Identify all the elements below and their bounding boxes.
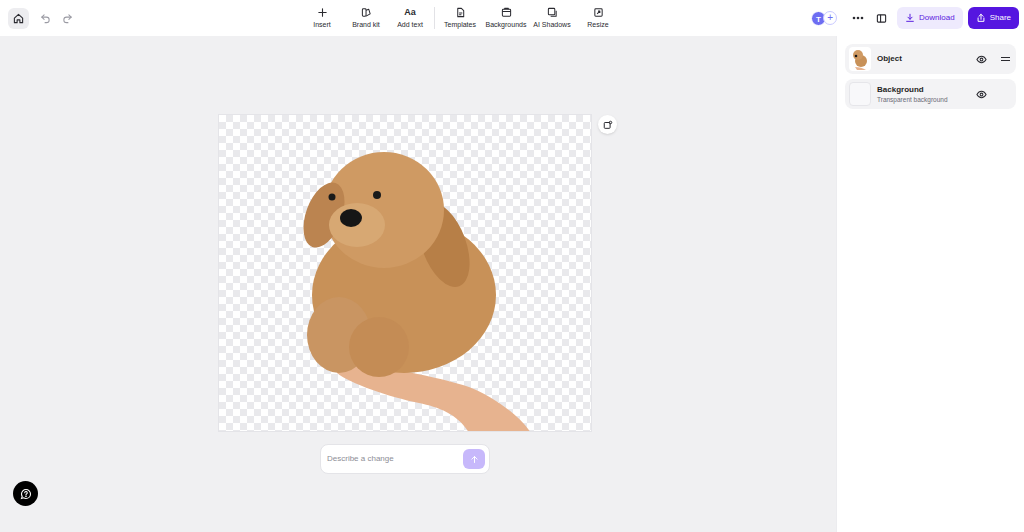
plus-icon	[317, 7, 328, 18]
layer-name: Object	[877, 54, 968, 64]
undo-button[interactable]	[38, 11, 52, 25]
help-icon	[20, 488, 32, 500]
visibility-toggle[interactable]	[974, 52, 988, 66]
download-button[interactable]: Download	[897, 7, 963, 29]
layer-subtitle: Transparent background	[877, 95, 968, 104]
panel-toggle-button[interactable]	[874, 11, 888, 25]
more-icon	[852, 16, 864, 20]
home-button[interactable]	[8, 8, 29, 29]
share-icon	[976, 13, 986, 23]
help-button[interactable]	[13, 481, 38, 506]
undo-icon	[40, 13, 51, 24]
eye-icon	[976, 54, 987, 65]
layer-list: Object BackgroundTransparent background	[845, 44, 1016, 109]
image-canvas[interactable]	[218, 114, 592, 432]
layer-item[interactable]: Object	[845, 44, 1016, 74]
redo-button[interactable]	[60, 11, 74, 25]
canvas-area	[0, 36, 836, 532]
arrow-up-icon	[470, 455, 479, 464]
redo-icon	[62, 13, 73, 24]
dog-photo	[219, 115, 592, 432]
toolbar: Insert Brand kit Aa Add text Templates B…	[300, 0, 621, 36]
more-button[interactable]	[851, 11, 865, 25]
avatar-group[interactable]: T +	[811, 11, 837, 26]
layer-thumbnail	[849, 47, 871, 71]
brand-kit-icon	[361, 7, 372, 18]
layer-item[interactable]: BackgroundTransparent background	[845, 79, 1016, 109]
backgrounds-tool[interactable]: Backgrounds	[483, 2, 529, 34]
top-bar: Insert Brand kit Aa Add text Templates B…	[0, 0, 1024, 36]
drag-handle-icon	[1001, 56, 1010, 62]
prompt-bar	[320, 444, 490, 474]
image-edit-icon	[603, 120, 613, 130]
home-icon	[13, 13, 24, 24]
smart-edit-button[interactable]	[598, 115, 617, 134]
toolbar-divider	[434, 7, 435, 29]
visibility-toggle[interactable]	[974, 87, 988, 101]
shadow-icon	[547, 7, 558, 18]
layers-panel: Object BackgroundTransparent background	[836, 36, 1024, 532]
add-text-tool[interactable]: Aa Add text	[388, 2, 432, 34]
resize-tool[interactable]: Resize	[575, 2, 621, 34]
templates-tool[interactable]: Templates	[437, 2, 483, 34]
resize-icon	[593, 7, 604, 18]
ai-shadows-tool[interactable]: AI Shadows	[529, 2, 575, 34]
insert-tool[interactable]: Insert	[300, 2, 344, 34]
share-button[interactable]: Share	[968, 7, 1019, 29]
prompt-input[interactable]	[327, 453, 459, 465]
template-icon	[455, 7, 466, 18]
eye-icon	[976, 89, 987, 100]
panel-icon	[876, 13, 887, 24]
handle-spacer	[998, 87, 1012, 101]
drag-handle[interactable]	[998, 52, 1012, 66]
backgrounds-icon	[501, 7, 512, 18]
layer-name: Background	[877, 85, 968, 95]
brand-kit-tool[interactable]: Brand kit	[344, 2, 388, 34]
add-user-button[interactable]: +	[823, 11, 837, 25]
layer-thumbnail	[849, 82, 871, 106]
download-icon	[905, 13, 915, 23]
send-button[interactable]	[463, 449, 485, 469]
